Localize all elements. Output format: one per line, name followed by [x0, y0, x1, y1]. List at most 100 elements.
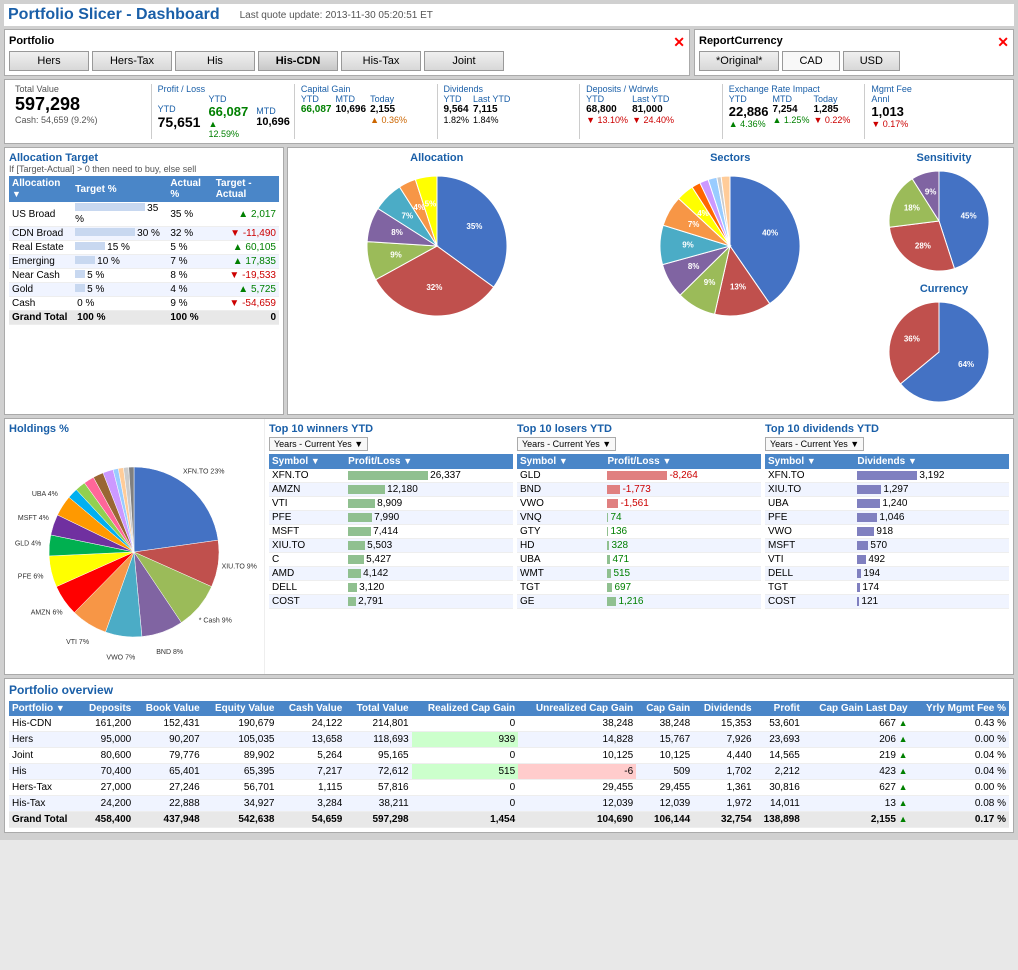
div-amount: 1,046: [854, 511, 1009, 525]
ov-mgmtfee: 0.43 %: [911, 716, 1009, 732]
ov-realizedcap: 515: [412, 764, 519, 780]
ov-col-dividends: Dividends: [693, 701, 754, 716]
ov-col-equityvalue: Equity Value: [203, 701, 278, 716]
alloc-row-actual: 4 %: [167, 283, 212, 297]
ov-profit: 138,898: [755, 812, 803, 828]
ov-col-capgain: Cap Gain: [636, 701, 693, 716]
loser-value: 1,216: [604, 595, 761, 609]
dep-lastytd-label: Last YTD: [632, 94, 674, 104]
ov-portfolio: Hers: [9, 732, 79, 748]
losers-panel: Top 10 losers YTD Years - Current Yes ▼ …: [517, 423, 761, 670]
div-ytd-value: 9,564: [444, 104, 470, 115]
loser-value: 328: [604, 539, 761, 553]
ov-totalvalue: 57,816: [345, 780, 411, 796]
ov-capgainlastday: 206 ▲: [803, 732, 911, 748]
ov-cashvalue: 7,217: [277, 764, 345, 780]
div-col-symbol: Symbol ▼: [765, 454, 854, 469]
ov-deposits: 80,600: [79, 748, 134, 764]
alloc-row-name: Cash: [9, 297, 72, 311]
ov-unrealizedcap: -6: [518, 764, 636, 780]
ov-capgainlastday: 423 ▲: [803, 764, 911, 780]
loser-value: 515: [604, 567, 761, 581]
loser-value: 136: [604, 525, 761, 539]
div-symbol: PFE: [765, 511, 854, 525]
app-title: Portfolio Slicer - Dashboard: [8, 6, 220, 24]
currency-btn-cad[interactable]: CAD: [782, 51, 839, 71]
ov-profit: 14,565: [755, 748, 803, 764]
svg-text:5%: 5%: [424, 200, 436, 209]
ov-portfolio: Hers-Tax: [9, 780, 79, 796]
ov-bookvalue: 90,207: [134, 732, 202, 748]
winners-panel: Top 10 winners YTD Years - Current Yes ▼…: [269, 423, 513, 670]
pl-pct: ▲ 12.59%: [208, 119, 248, 139]
ov-cashvalue: 5,264: [277, 748, 345, 764]
currency-btn-usd[interactable]: USD: [843, 51, 900, 71]
ov-totalvalue: 38,211: [345, 796, 411, 812]
alloc-row-name: Real Estate: [9, 241, 72, 255]
alloc-row-diff: ▼ -54,659: [213, 297, 279, 311]
allocation-pie-chart: 35%32%9%8%7%4%5%: [352, 166, 522, 326]
portfolio-btn-his-tax[interactable]: His-Tax: [341, 51, 421, 71]
ov-profit: 53,601: [755, 716, 803, 732]
cg-mtd-value: 10,696: [335, 104, 366, 115]
cap-gain-label: Capital Gain: [301, 84, 433, 94]
alloc-row-name: Emerging: [9, 255, 72, 269]
ov-cashvalue: 54,659: [277, 812, 345, 828]
holdings-pie-panel: Holdings % XFN.TO 23%XIU.TO 9%* Cash 9%B…: [5, 419, 265, 674]
portfolio-btn-hers-tax[interactable]: Hers-Tax: [92, 51, 172, 71]
portfolio-btn-his[interactable]: His: [175, 51, 255, 71]
winner-symbol: DELL: [269, 581, 345, 595]
ov-bookvalue: 437,948: [134, 812, 202, 828]
div-symbol: TGT: [765, 581, 854, 595]
mgmt-annl-label: Annl: [871, 94, 1003, 104]
alloc-row-diff: ▼ -19,533: [213, 269, 279, 283]
ov-equityvalue: 56,701: [203, 780, 278, 796]
er-mtd-label: MTD: [773, 94, 810, 104]
ov-equityvalue: 542,638: [203, 812, 278, 828]
ov-unrealizedcap: 12,039: [518, 796, 636, 812]
ov-capgain: 106,144: [636, 812, 693, 828]
exchange-rate-block: Exchange Rate Impact YTD 22,886 ▲ 4.36% …: [725, 84, 866, 139]
portfolio-btn-his-cdn[interactable]: His-CDN: [258, 51, 338, 71]
alloc-col-actual: Actual %: [167, 176, 212, 202]
portfolio-btn-joint[interactable]: Joint: [424, 51, 504, 71]
holdings-section: Holdings % XFN.TO 23%XIU.TO 9%* Cash 9%B…: [4, 418, 1014, 675]
portfolio-close-btn[interactable]: ✕: [673, 34, 685, 51]
mgmt-annl-value: 1,013: [871, 104, 1003, 119]
ov-cashvalue: 3,284: [277, 796, 345, 812]
div-symbol: UBA: [765, 497, 854, 511]
svg-text:9%: 9%: [682, 240, 694, 249]
ov-totalvalue: 118,693: [345, 732, 411, 748]
loser-symbol: UBA: [517, 553, 604, 567]
ov-totalvalue: 214,801: [345, 716, 411, 732]
losers-title: Top 10 losers YTD: [517, 423, 761, 435]
ov-mgmtfee: 0.17 %: [911, 812, 1009, 828]
ov-col-capgainlastday: Cap Gain Last Day: [803, 701, 911, 716]
alloc-row-diff: ▲ 2,017: [213, 202, 279, 227]
div-symbol: VTI: [765, 553, 854, 567]
ov-col-mgmtfee: Yrly Mgmt Fee %: [911, 701, 1009, 716]
losers-filter[interactable]: Years - Current Yes ▼: [517, 437, 616, 451]
dividends-filter[interactable]: Years - Current Yes ▼: [765, 437, 864, 451]
alloc-row-actual: 32 %: [167, 227, 212, 241]
overview-title: Portfolio overview: [9, 683, 1009, 697]
ov-equityvalue: 190,679: [203, 716, 278, 732]
div-amount: 121: [854, 595, 1009, 609]
loser-symbol: VNQ: [517, 511, 604, 525]
div-symbol: VWO: [765, 525, 854, 539]
loser-value: 471: [604, 553, 761, 567]
ov-realizedcap: 0: [412, 716, 519, 732]
ov-col-bookvalue: Book Value: [134, 701, 202, 716]
last-update: Last quote update: 2013-11-30 05:20:51 E…: [240, 10, 433, 21]
winner-value: 5,503: [345, 539, 513, 553]
currency-btn-original[interactable]: *Original*: [699, 51, 779, 71]
er-ytd-label: YTD: [729, 94, 769, 104]
div-symbol: COST: [765, 595, 854, 609]
winners-filter[interactable]: Years - Current Yes ▼: [269, 437, 368, 451]
currency-close-btn[interactable]: ✕: [997, 34, 1009, 51]
sensitivity-pie-chart: 45%28%18%9%: [879, 166, 1009, 276]
alloc-col-name: Allocation ▼: [9, 176, 72, 202]
cg-ytd-label: YTD: [301, 94, 332, 104]
portfolio-btn-hers[interactable]: Hers: [9, 51, 89, 71]
winner-value: 12,180: [345, 483, 513, 497]
